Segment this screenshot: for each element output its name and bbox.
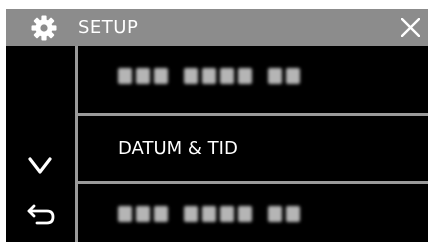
menu-item-masked-top[interactable] xyxy=(78,46,428,113)
setup-screen: SETUP DATUM & TID xyxy=(6,9,428,242)
menu-item-masked-bottom[interactable] xyxy=(78,184,428,242)
menu-item-label: DATUM & TID xyxy=(118,138,238,159)
close-icon xyxy=(401,18,420,37)
scroll-down-button[interactable] xyxy=(20,146,60,186)
chevron-down-icon xyxy=(28,157,52,174)
gear-icon xyxy=(31,15,57,41)
side-panel xyxy=(6,46,75,242)
page-title: SETUP xyxy=(78,17,139,38)
redacted-label xyxy=(118,206,300,222)
close-button[interactable] xyxy=(392,9,428,46)
return-arrow-icon xyxy=(27,204,55,225)
menu-item-datum-tid[interactable]: DATUM & TID xyxy=(78,116,428,181)
back-button[interactable] xyxy=(20,196,60,236)
menu-list: DATUM & TID xyxy=(78,46,428,242)
header-bar: SETUP xyxy=(6,9,428,46)
redacted-label xyxy=(118,68,300,84)
